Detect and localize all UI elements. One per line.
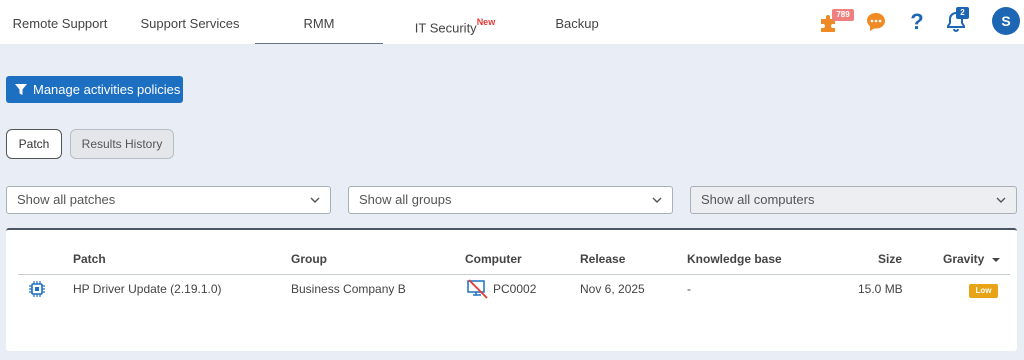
column-header-gravity[interactable]: Gravity — [943, 252, 1000, 266]
tab-it-security-label: IT Security — [414, 20, 477, 36]
cell-release: Nov 6, 2025 — [580, 282, 645, 296]
patches-filter-value: Show all patches — [17, 192, 116, 207]
column-header-computer[interactable]: Computer — [465, 252, 522, 266]
bell-icon[interactable]: 2 — [944, 7, 969, 34]
new-badge: New — [476, 17, 496, 27]
manage-activities-policies-label: Manage activities policies — [33, 82, 181, 97]
chip-icon — [29, 281, 45, 297]
filter-icon — [15, 83, 27, 95]
gravity-badge: Low — [969, 284, 998, 298]
tab-rmm[interactable]: RMM — [255, 0, 383, 44]
patch-table: Patch Group Computer Release Knowledge b… — [6, 228, 1017, 351]
computers-filter-value: Show all computers — [701, 192, 815, 207]
cell-patch: HP Driver Update (2.19.1.0) — [73, 282, 222, 296]
tab-remote-support[interactable]: Remote Support — [8, 0, 112, 44]
cell-computer[interactable]: PC0002 — [493, 282, 536, 296]
cell-size: 15.0 MB — [858, 282, 903, 296]
patches-filter-select[interactable]: Show all patches — [6, 186, 331, 214]
cell-group: Business Company B — [291, 282, 406, 296]
tab-backup[interactable]: Backup — [540, 0, 614, 44]
chevron-down-icon — [996, 197, 1006, 203]
header-divider — [18, 274, 1010, 275]
patch-tab[interactable]: Patch — [6, 129, 62, 159]
groups-filter-select[interactable]: Show all groups — [348, 186, 673, 214]
chevron-down-icon — [652, 197, 662, 203]
chat-icon[interactable] — [864, 10, 888, 34]
tab-it-security[interactable]: IT SecurityNew — [400, 0, 510, 44]
chevron-down-icon — [310, 197, 320, 203]
puzzle-icon[interactable]: 789 — [818, 9, 854, 34]
column-header-knowledge-base[interactable]: Knowledge base — [687, 252, 782, 266]
results-history-tab[interactable]: Results History — [70, 129, 174, 159]
groups-filter-value: Show all groups — [359, 192, 452, 207]
column-header-size[interactable]: Size — [878, 252, 902, 266]
help-icon[interactable]: ? — [905, 10, 929, 34]
column-header-release[interactable]: Release — [580, 252, 625, 266]
computers-filter-select[interactable]: Show all computers — [690, 186, 1017, 214]
avatar[interactable]: S — [992, 7, 1020, 35]
tab-support-services[interactable]: Support Services — [132, 0, 248, 44]
cell-knowledge-base: - — [687, 282, 691, 296]
column-header-group[interactable]: Group — [291, 252, 327, 266]
offline-computer-icon — [467, 279, 489, 299]
sort-down-icon — [991, 258, 1000, 262]
puzzle-count-badge: 789 — [832, 9, 854, 21]
column-header-patch[interactable]: Patch — [73, 252, 106, 266]
notification-count-badge: 2 — [956, 7, 969, 19]
manage-activities-policies-button[interactable]: Manage activities policies — [6, 76, 183, 103]
column-header-gravity-label: Gravity — [943, 252, 985, 266]
top-navigation: Remote Support Support Services RMM IT S… — [0, 0, 1024, 44]
